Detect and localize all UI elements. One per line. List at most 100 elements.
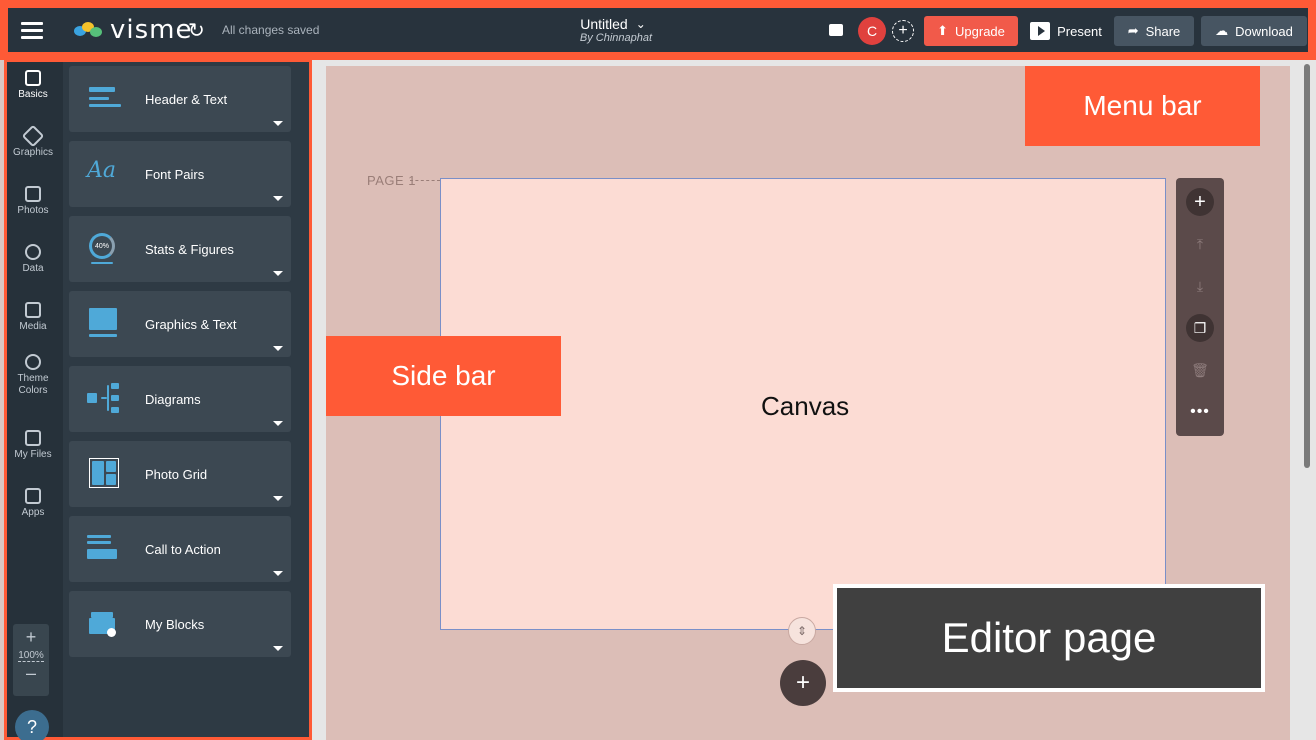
upgrade-label: Upgrade xyxy=(955,23,1005,39)
caret-down-icon[interactable] xyxy=(273,421,283,426)
data-pie-icon xyxy=(25,244,41,260)
sidebar-item-label: Media xyxy=(19,321,47,332)
caret-down-icon[interactable] xyxy=(273,646,283,651)
block-card-graphics-text[interactable]: Graphics & Text xyxy=(69,291,291,357)
cloud-download-icon: ☁ xyxy=(1215,23,1229,38)
move-page-down-icon[interactable]: ⤓ xyxy=(1186,272,1214,300)
hamburger-menu-icon[interactable] xyxy=(20,8,44,52)
present-label: Present xyxy=(1057,23,1102,39)
block-card-call-to-action[interactable]: Call to Action xyxy=(69,516,291,582)
zoom-in-button[interactable]: + xyxy=(13,624,49,650)
block-card-label: Graphics & Text xyxy=(145,317,237,332)
duplicate-page-icon[interactable]: ❐ xyxy=(1186,314,1214,342)
vertical-scrollbar[interactable] xyxy=(1302,60,1312,740)
sidebar-item-label: My Files xyxy=(14,449,52,460)
upload-folder-icon xyxy=(25,430,41,446)
caret-down-icon[interactable] xyxy=(273,571,283,576)
more-options-icon[interactable]: ••• xyxy=(1186,398,1214,426)
visme-logo[interactable]: visme xyxy=(74,8,192,52)
block-card-stats-figures[interactable]: 40% Stats & Figures xyxy=(69,216,291,282)
share-button[interactable]: ➦ Share xyxy=(1114,16,1194,46)
zoom-control: + 100% – xyxy=(13,624,49,696)
share-label: Share xyxy=(1145,23,1181,39)
zoom-out-button[interactable]: – xyxy=(13,662,49,684)
visme-logo-mark-icon xyxy=(74,22,104,38)
page-label-divider xyxy=(410,180,440,181)
block-card-label: Photo Grid xyxy=(145,467,208,482)
annotation-editor-page: Editor page xyxy=(833,584,1265,692)
block-card-my-blocks[interactable]: My Blocks xyxy=(69,591,291,657)
upgrade-arrow-icon: ⬆ xyxy=(937,23,949,38)
media-icon xyxy=(25,302,41,318)
move-page-up-icon[interactable]: ⤒ xyxy=(1186,230,1214,258)
menu-bar-inner: visme ↻ All changes saved Untitled ⌄ By … xyxy=(8,8,1308,52)
download-button[interactable]: ☁ Download xyxy=(1201,16,1307,46)
header-text-icon xyxy=(87,83,121,113)
sidebar-item-photos[interactable]: Photos xyxy=(7,186,59,217)
annotation-side-bar: Side bar xyxy=(326,336,561,416)
zoom-level[interactable]: 100% xyxy=(18,650,44,662)
caret-down-icon[interactable] xyxy=(273,496,283,501)
sidebar-icon-rail: Basics Graphics Photos Data Media Theme … xyxy=(7,62,63,740)
basics-icon xyxy=(25,70,41,86)
page-label: PAGE 1 xyxy=(367,173,417,188)
call-to-action-icon xyxy=(87,533,121,563)
caret-down-icon[interactable] xyxy=(273,196,283,201)
block-card-label: Call to Action xyxy=(145,542,221,557)
block-card-photo-grid[interactable]: Photo Grid xyxy=(69,441,291,507)
sidebar-item-data[interactable]: Data xyxy=(7,244,59,275)
sidebar-item-apps[interactable]: Apps xyxy=(7,488,59,519)
chevron-down-icon[interactable]: ⌄ xyxy=(636,17,646,31)
sidebar-item-media[interactable]: Media xyxy=(7,302,59,333)
annotation-menu-bar: Menu bar xyxy=(1025,66,1260,146)
caret-down-icon[interactable] xyxy=(273,346,283,351)
graphics-text-icon xyxy=(87,308,121,338)
add-page-button[interactable]: + xyxy=(780,660,826,706)
sidebar-item-label: Basics xyxy=(18,89,48,100)
sidebar-item-label: Graphics xyxy=(12,147,53,158)
caret-down-icon[interactable] xyxy=(273,121,283,126)
my-blocks-icon xyxy=(87,608,121,638)
add-collaborator-icon[interactable]: + xyxy=(892,20,914,42)
block-card-label: Header & Text xyxy=(145,92,228,107)
sidebar: Basics Graphics Photos Data Media Theme … xyxy=(4,59,312,740)
graphics-icon xyxy=(21,124,45,148)
sidebar-item-label: Data xyxy=(22,263,44,274)
block-card-font-pairs[interactable]: Aa Font Pairs xyxy=(69,141,291,207)
sidebar-item-label: Apps xyxy=(21,507,45,518)
share-arrow-icon: ➦ xyxy=(1127,23,1139,38)
document-title[interactable]: Untitled xyxy=(580,16,627,32)
sidebar-item-graphics[interactable]: Graphics xyxy=(7,124,59,159)
resize-page-handle-icon[interactable]: ⇕ xyxy=(788,617,816,645)
sidebar-item-my-files[interactable]: My Files xyxy=(7,430,59,461)
block-card-label: Font Pairs xyxy=(145,167,205,182)
sidebar-item-label: Theme Colors xyxy=(17,373,49,396)
upgrade-button[interactable]: ⬆ Upgrade xyxy=(924,16,1018,46)
block-card-diagrams[interactable]: Diagrams xyxy=(69,366,291,432)
trash-icon[interactable]: 🗑 xyxy=(1186,356,1214,384)
scrollbar-thumb[interactable] xyxy=(1304,64,1310,468)
help-button[interactable]: ? xyxy=(15,710,49,740)
caret-down-icon[interactable] xyxy=(273,271,283,276)
canvas-label: Canvas xyxy=(761,391,850,421)
block-card-header-text[interactable]: Header & Text xyxy=(69,66,291,132)
present-button[interactable]: Present xyxy=(1022,16,1110,46)
download-label: Download xyxy=(1235,23,1293,39)
add-element-plus-icon[interactable]: + xyxy=(1186,188,1214,216)
palette-icon xyxy=(25,354,41,370)
sidebar-item-theme-colors[interactable]: Theme Colors xyxy=(7,354,59,397)
stats-icon: 40% xyxy=(87,233,121,264)
avatar[interactable]: C xyxy=(858,17,886,45)
font-pairs-icon: Aa xyxy=(87,158,117,183)
redo-arrow-icon[interactable]: ↻ xyxy=(188,8,205,52)
sidebar-item-label: Photos xyxy=(17,205,49,216)
logo-text: visme xyxy=(110,15,193,45)
document-author: By Chinnaphat xyxy=(579,32,653,44)
block-card-label: Diagrams xyxy=(145,392,201,407)
comment-icon[interactable] xyxy=(829,24,843,36)
document-title-block[interactable]: Untitled ⌄ By Chinnaphat xyxy=(548,8,678,52)
save-status: All changes saved xyxy=(222,23,320,37)
menu-bar: visme ↻ All changes saved Untitled ⌄ By … xyxy=(0,0,1316,60)
diagram-icon xyxy=(87,383,121,413)
sidebar-item-basics[interactable]: Basics xyxy=(7,70,59,101)
